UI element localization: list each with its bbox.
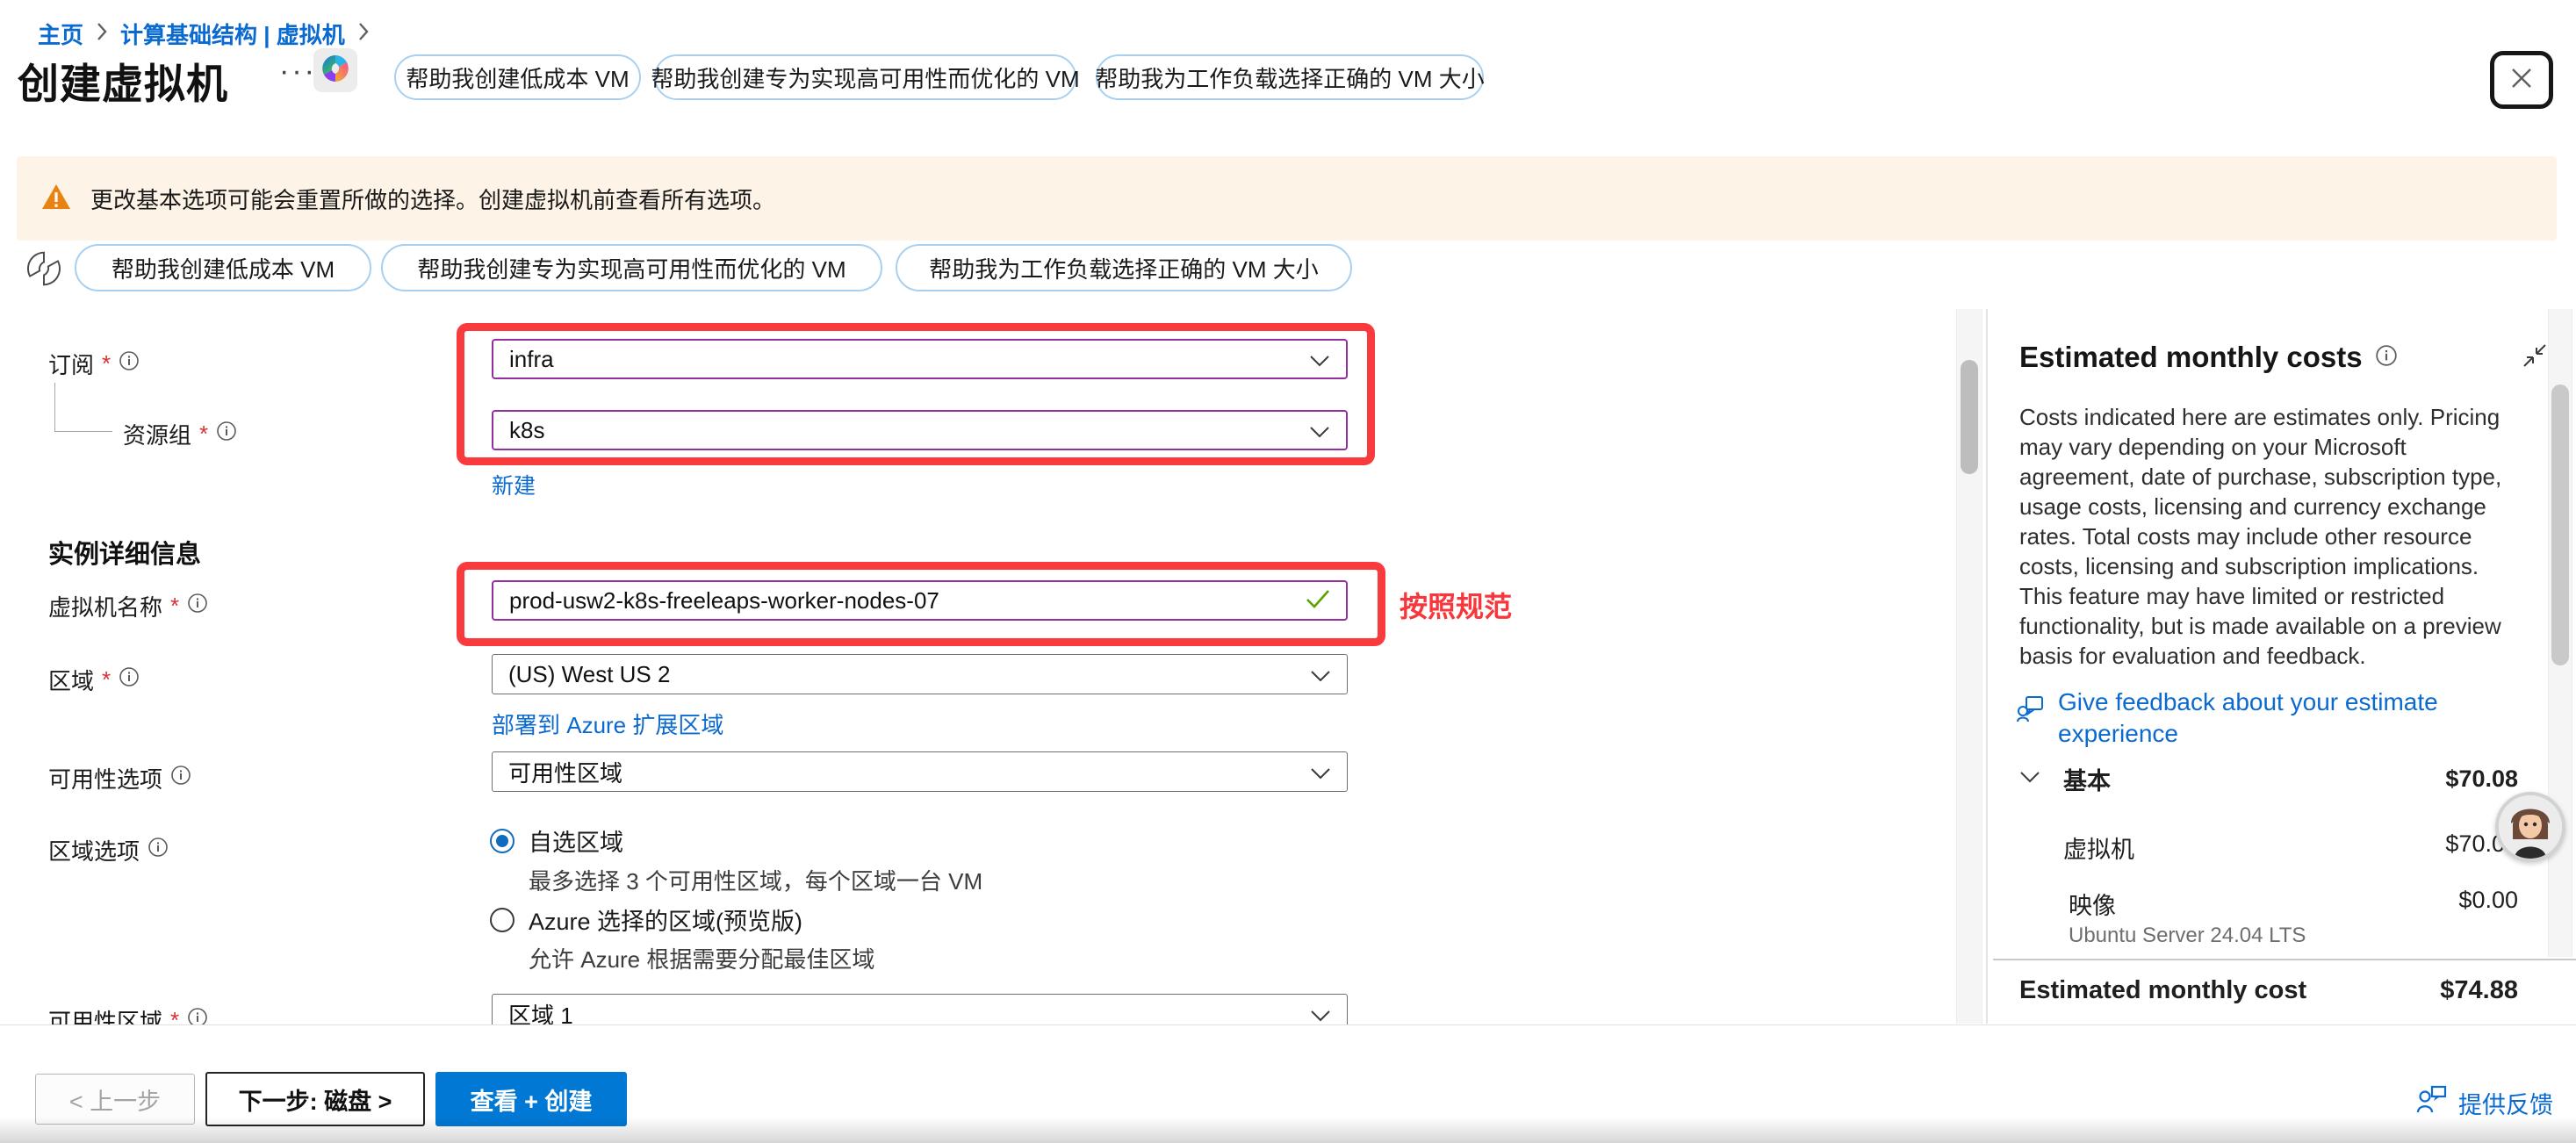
breadcrumb-home[interactable]: 主页 — [38, 18, 83, 50]
chevron-right-icon — [96, 22, 108, 46]
info-icon[interactable] — [170, 765, 191, 792]
main-scrollbar-thumb[interactable] — [1961, 360, 1978, 474]
subscription-dropdown[interactable]: infra — [492, 339, 1348, 379]
radio-selected-icon — [490, 829, 514, 853]
valid-check-icon — [1306, 587, 1330, 615]
more-options-icon[interactable]: ··· — [279, 54, 317, 89]
resource-group-label: 资源组* — [123, 418, 237, 450]
close-icon — [2508, 64, 2536, 97]
annotation-note: 按照规范 — [1400, 585, 1512, 625]
info-icon[interactable] — [216, 421, 237, 448]
subscription-label: 订阅* — [48, 348, 140, 380]
create-new-resource-group-link[interactable]: 新建 — [492, 469, 536, 500]
assist-vm-size-button[interactable]: 帮助我为工作负载选择正确的 VM 大小 — [1096, 54, 1484, 100]
instance-details-heading: 实例详细信息 — [48, 534, 201, 571]
page-title: 创建虚拟机 — [18, 50, 228, 111]
resource-group-dropdown[interactable]: k8s — [492, 410, 1348, 450]
cost-item-row: 虚拟机 $70.08 — [2063, 830, 2518, 865]
assist-high-availability-button[interactable]: 帮助我创建专为实现高可用性而优化的 VM — [654, 54, 1076, 100]
feedback-person-icon — [2416, 1085, 2448, 1121]
assist-low-cost-vm-button-2[interactable]: 帮助我创建低成本 VM — [75, 244, 371, 291]
cost-item-sublabel: Ubuntu Server 24.04 LTS — [2069, 924, 2306, 948]
assist-vm-size-button-2[interactable]: 帮助我为工作负载选择正确的 VM 大小 — [896, 244, 1352, 291]
collapse-panel-icon[interactable] — [2522, 342, 2548, 373]
availability-options-label: 可用性选项 — [48, 762, 191, 794]
copilot-button[interactable] — [313, 48, 357, 92]
tree-connector — [54, 383, 112, 432]
close-button[interactable] — [2490, 51, 2553, 109]
breadcrumb: 主页 计算基础结构 | 虚拟机 — [38, 18, 370, 50]
assist-high-availability-button-2[interactable]: 帮助我创建专为实现高可用性而优化的 VM — [381, 244, 882, 291]
cost-total-divider — [1993, 959, 2576, 960]
chevron-down-icon — [1310, 1001, 1331, 1028]
warning-icon — [41, 183, 71, 215]
chevron-down-icon — [1310, 758, 1331, 786]
panel-scrollbar-thumb[interactable] — [2551, 385, 2569, 665]
zone-options-label: 区域选项 — [48, 834, 169, 866]
breadcrumb-vm[interactable]: 计算基础结构 | 虚拟机 — [120, 18, 345, 50]
region-label: 区域* — [48, 664, 140, 696]
feedback-bubbles-icon — [2016, 687, 2046, 750]
vm-name-label: 虚拟机名称* — [48, 590, 208, 622]
cost-panel-description: Costs indicated here are estimates only.… — [2019, 402, 2522, 671]
copilot-icon — [320, 53, 351, 89]
panel-divider — [1986, 309, 1988, 1024]
create-vm-page: 主页 计算基础结构 | 虚拟机 创建虚拟机 ··· 帮助我创建低成本 VM 帮助… — [0, 0, 2576, 1143]
cost-group-row[interactable]: 基本 $70.08 — [2019, 762, 2518, 796]
radio-unselected-icon — [490, 908, 514, 932]
chevron-down-icon — [1309, 417, 1330, 444]
info-icon[interactable] — [148, 837, 169, 864]
cost-panel-title: Estimated monthly costs — [2019, 341, 2363, 374]
chevron-down-icon — [1310, 661, 1331, 688]
zone-option-azure-select-description: 允许 Azure 根据需要分配最佳区域 — [529, 942, 874, 974]
warning-text: 更改基本选项可能会重置所做的选择。创建虚拟机前查看所有选项。 — [90, 183, 775, 215]
warning-banner: 更改基本选项可能会重置所做的选择。创建虚拟机前查看所有选项。 — [17, 156, 2557, 241]
deploy-extended-zones-link[interactable]: 部署到 Azure 扩展区域 — [492, 708, 723, 740]
region-dropdown[interactable]: (US) West US 2 — [492, 654, 1348, 694]
info-icon[interactable] — [187, 593, 208, 620]
zone-option-self-select[interactable]: 自选区域 — [490, 823, 623, 858]
cost-total-row: Estimated monthly cost $74.88 — [2019, 976, 2518, 1005]
zone-option-self-select-description: 最多选择 3 个可用性区域，每个区域一台 VM — [529, 864, 982, 896]
chevron-down-icon — [1309, 346, 1330, 373]
bottom-shadow — [0, 1117, 2576, 1143]
availability-options-dropdown[interactable]: 可用性区域 — [492, 751, 1348, 792]
chevron-right-icon — [357, 22, 370, 46]
vm-name-input[interactable]: prod-usw2-k8s-freeleaps-worker-nodes-07 — [492, 580, 1348, 621]
copilot-outline-icon[interactable] — [25, 249, 63, 292]
footer-bar: < 上一步 下一步: 磁盘 > 查看 + 创建 提供反馈 — [0, 1024, 2576, 1143]
info-icon[interactable] — [2375, 344, 2398, 371]
presenter-avatar — [2495, 792, 2565, 862]
give-feedback-link[interactable]: 提供反馈 — [2416, 1085, 2553, 1121]
assist-low-cost-vm-button[interactable]: 帮助我创建低成本 VM — [394, 54, 641, 100]
estimate-feedback-link[interactable]: Give feedback about your estimate experi… — [2016, 687, 2525, 750]
info-icon[interactable] — [119, 350, 140, 377]
cost-panel-header: Estimated monthly costs — [2019, 341, 2398, 374]
chevron-down-icon — [2019, 771, 2040, 787]
info-icon[interactable] — [119, 666, 140, 694]
cost-item-row: 映像 $0.00 — [2069, 887, 2518, 921]
zone-option-azure-select[interactable]: Azure 选择的区域(预览版) — [490, 902, 802, 937]
